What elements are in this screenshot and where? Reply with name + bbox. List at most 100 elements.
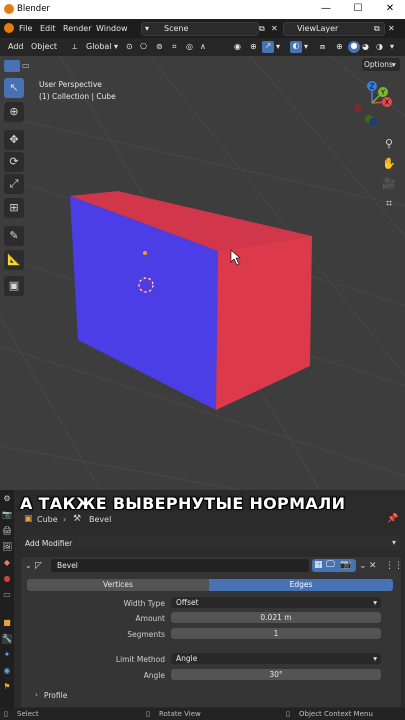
chevron-down-icon: ▾: [391, 538, 396, 547]
perspective-grid-icon[interactable]: ⌗: [381, 196, 397, 212]
falloff-icon[interactable]: ∧: [200, 42, 206, 52]
world-tab-icon[interactable]: ●: [2, 574, 12, 584]
visibility-icon[interactable]: ◉: [234, 42, 241, 52]
xray-icon[interactable]: ⧈: [320, 42, 325, 52]
collection-tab-icon[interactable]: ▭: [2, 590, 12, 600]
overlays-icon[interactable]: ◐: [290, 41, 302, 53]
cursor-tool-icon[interactable]: ⊕: [4, 102, 24, 122]
wireframe-shading-icon[interactable]: ⊕: [336, 42, 343, 52]
collapse-chevron-icon[interactable]: ⌄: [25, 561, 32, 570]
tool-tab-icon[interactable]: ⚙: [2, 494, 12, 504]
render-tab-icon[interactable]: 📷: [2, 510, 12, 520]
delete-view-layer-icon[interactable]: ✕: [388, 24, 395, 34]
limit-method-value: Angle: [176, 654, 198, 663]
options-dropdown[interactable]: Options ▾: [362, 58, 400, 71]
zoom-icon[interactable]: ⚲: [381, 136, 397, 152]
physics-tab-icon[interactable]: ◉: [2, 666, 12, 676]
amount-label: Amount: [135, 614, 165, 623]
orientation-dropdown[interactable]: Global: [86, 42, 112, 51]
overlays-dropdown-icon[interactable]: ▾: [304, 42, 308, 52]
gizmo-dropdown-icon[interactable]: ▾: [276, 42, 280, 52]
camera-icon[interactable]: 🎥: [381, 176, 397, 192]
modifier-visibility-toggles[interactable]: ▦ 🖵 📷: [312, 559, 356, 572]
copy-scene-icon[interactable]: ⧉: [259, 24, 265, 34]
add-modifier-button[interactable]: Add Modifier ▾: [20, 536, 400, 550]
pin-icon[interactable]: 📌: [387, 514, 398, 524]
modifier-name-field[interactable]: Bevel: [51, 559, 309, 572]
segments-field[interactable]: 1: [171, 628, 381, 639]
status-context: Object Context Menu: [299, 710, 373, 718]
add-cube-tool-icon[interactable]: ▣: [4, 276, 24, 296]
remove-modifier-icon[interactable]: ✕: [369, 561, 377, 571]
svg-text:Z: Z: [370, 83, 375, 91]
menu-render[interactable]: Render: [63, 24, 91, 33]
tab-vertices[interactable]: Vertices: [27, 579, 209, 591]
particles-tab-icon[interactable]: ✦: [2, 650, 12, 660]
drag-handle-icon[interactable]: ⋮⋮: [385, 561, 403, 571]
breadcrumb: ▣ Cube › ⚒ Bevel 📌: [20, 512, 405, 526]
modifier-tab-icon[interactable]: 🔧: [2, 634, 12, 644]
solid-shading-icon[interactable]: ●: [348, 41, 360, 53]
profile-subpanel[interactable]: Profile: [44, 691, 67, 700]
rendered-shading-icon[interactable]: ◑: [376, 42, 383, 52]
add-menu[interactable]: Add: [8, 42, 24, 51]
tab-edges[interactable]: Edges: [209, 579, 393, 591]
modifier-dropdown-icon[interactable]: ⌄: [359, 561, 367, 571]
transform-tool-icon[interactable]: ⊞: [4, 198, 24, 218]
measure-tool-icon[interactable]: 📐: [4, 250, 24, 270]
material-shading-icon[interactable]: ◕: [362, 42, 369, 52]
pivot-icon[interactable]: ⊙: [126, 42, 133, 52]
view-collection-label: (1) Collection | Cube: [39, 92, 116, 101]
gizmo-toggle-icon[interactable]: ⊕: [250, 42, 257, 52]
menu-edit[interactable]: Edit: [40, 24, 56, 33]
view-layer-tab-icon[interactable]: 🖼: [2, 542, 12, 552]
edit-mode-icon[interactable]: ▦: [314, 560, 323, 570]
3d-viewport[interactable]: User Perspective (1) Collection | Cube Z…: [0, 56, 405, 490]
navigation-gizmo[interactable]: Z X Y: [347, 78, 397, 128]
select-mode-icon[interactable]: [4, 60, 20, 72]
output-tab-icon[interactable]: 🖨: [2, 526, 12, 536]
menu-window[interactable]: Window: [96, 24, 128, 33]
object-tab-icon[interactable]: ■: [2, 618, 12, 628]
status-select: Select: [17, 710, 39, 718]
profile-chevron-icon[interactable]: ›: [35, 691, 38, 699]
viewport-header: Add Object ⟂ Global ▾ ⊙ ⎔ ⊚ ⌗ ◎ ∧ ◉ ⊕ ↗ …: [0, 38, 405, 56]
shading-dropdown-icon[interactable]: ▾: [390, 42, 394, 52]
menu-file[interactable]: File: [19, 24, 32, 33]
object-menu[interactable]: Object: [31, 42, 57, 51]
pan-hand-icon[interactable]: ✋: [381, 156, 397, 172]
scale-tool-icon[interactable]: ⤢: [4, 174, 24, 194]
snap-target-icon[interactable]: ⌗: [172, 42, 177, 52]
view-layer-selector[interactable]: ViewLayer: [283, 22, 385, 36]
maximize-button[interactable]: ☐: [350, 2, 366, 16]
select-tool-icon[interactable]: ↖: [4, 78, 24, 98]
modifier-name: Bevel: [57, 561, 78, 570]
show-gizmo-icon[interactable]: ↗: [262, 41, 274, 53]
delete-scene-icon[interactable]: ✕: [271, 24, 278, 34]
viewport-display-icon[interactable]: 🖵: [326, 560, 335, 570]
scene-selector[interactable]: ▾ Scene: [141, 22, 259, 36]
snap-toggle-icon[interactable]: ⊚: [156, 42, 163, 52]
blender-menu-icon[interactable]: [4, 23, 14, 33]
width-type-dropdown[interactable]: Offset ▾: [171, 597, 381, 608]
origin-dot-icon: [143, 251, 147, 255]
view-layer-name: ViewLayer: [297, 24, 339, 33]
move-tool-icon[interactable]: ✥: [4, 130, 24, 150]
properties-tabs: ⚙ 📷 🖨 🖼 ◆ ● ▭ ■ 🔧 ✦ ◉ ⚑: [0, 490, 14, 708]
amount-field[interactable]: 0.021 m: [171, 612, 381, 623]
render-display-icon[interactable]: 📷: [340, 560, 351, 570]
angle-field[interactable]: 30°: [171, 669, 381, 680]
copy-view-layer-icon[interactable]: ⧉: [374, 24, 380, 34]
close-button[interactable]: ✕: [382, 2, 398, 16]
proportional-edit-icon[interactable]: ◎: [186, 42, 193, 52]
minimize-button[interactable]: —: [318, 2, 334, 16]
scene-tab-icon[interactable]: ◆: [2, 558, 12, 568]
snap-icon[interactable]: ⎔: [140, 42, 147, 52]
annotate-tool-icon[interactable]: ✎: [4, 226, 24, 246]
chevron-down-icon: ▾: [373, 654, 377, 663]
limit-method-dropdown[interactable]: Angle ▾: [171, 653, 381, 664]
select-box-icon[interactable]: ▭: [22, 61, 30, 70]
cube-red-face: [216, 236, 312, 410]
constraints-tab-icon[interactable]: ⚑: [2, 682, 12, 692]
rotate-tool-icon[interactable]: ⟳: [4, 152, 24, 172]
